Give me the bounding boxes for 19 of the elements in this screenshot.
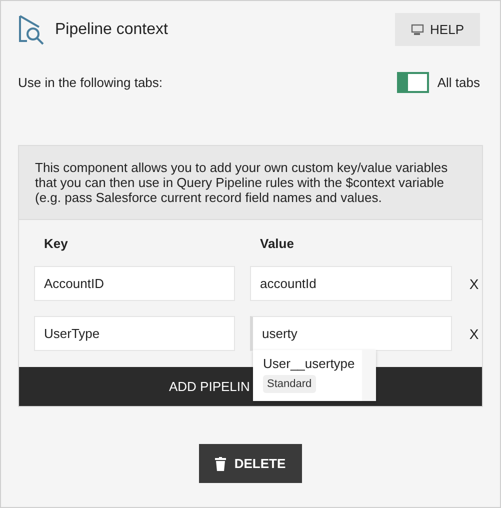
column-header: Key [43,236,69,251]
delete-button[interactable]: DELETE [199,444,302,483]
remove-button[interactable]: X [467,276,481,292]
trash-icon [215,456,226,470]
column-header: Value [259,236,295,251]
value-field[interactable]: accountId [250,266,452,301]
key-field[interactable]: AccountID [34,266,235,301]
help-icon [411,24,426,36]
panel-title: Pipeline context [55,20,168,38]
key-field[interactable]: UserType [34,316,235,351]
all-tabs-toggle[interactable] [397,72,430,93]
value-field[interactable]: userty [250,316,452,351]
tabs-label: Use in the following tabs: [18,75,163,90]
info-text: This component allows you to add your own custom key/value variables that you can then use in Query Pipeline rules with the $context variable (e.g. pass Salesforce current record field names and values. [19,146,482,220]
remove-button[interactable]: X [467,326,481,342]
toggle-label: All tabs [437,75,480,90]
suggestion-tag: Standard [263,375,316,393]
help-button[interactable]: HELP [395,13,480,46]
suggestion-dropdown[interactable]: User__usertype Standard [253,350,376,401]
